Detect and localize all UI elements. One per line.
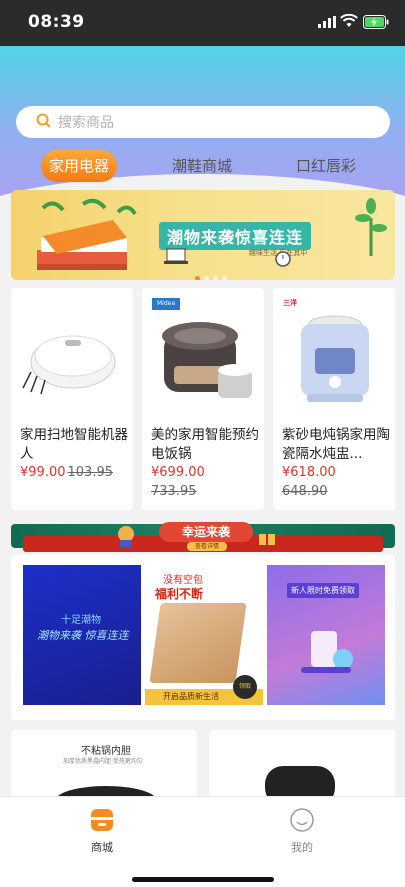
tab-lipstick[interactable]: 口红唇彩 <box>284 150 368 182</box>
product-price: ¥699.00 <box>151 465 205 480</box>
promo-tile[interactable]: 十足潮物 潮物来袭 惊喜连连 <box>23 565 141 705</box>
promo-text: 潮物来袭 惊喜连连 <box>37 629 129 642</box>
product-name: 紫砂电炖锅家用陶瓷隔水炖盅... <box>282 427 390 462</box>
product-price: ¥99.00 103.95 <box>20 465 113 480</box>
category-tabs: 家用电器 潮鞋商城 口红唇彩 <box>0 150 405 184</box>
original-price: 648.90 <box>282 484 328 499</box>
app-screen: 08:39 搜索商品 家用电器 潮鞋商城 口红唇彩 潮物来袭惊喜连连 趣味生活 … <box>0 0 405 887</box>
promo-text: 福利不断 <box>155 587 204 601</box>
tab-store[interactable]: 商城 <box>72 807 132 855</box>
plant-icon <box>355 198 387 256</box>
lucky-banner-title: 幸运来袭 <box>159 522 253 542</box>
stew-pot-image <box>301 315 369 402</box>
product-price: ¥618.00 <box>282 465 336 480</box>
paper-sheet-image <box>149 603 247 683</box>
smile-icon <box>290 808 314 832</box>
search-placeholder: 搜索商品 <box>58 115 114 131</box>
heater-image <box>265 766 335 800</box>
lucky-banner[interactable]: 幸运来袭 查看详情 <box>11 518 395 552</box>
card-subtitle: 加厚优质黑晶内胆 受热更均匀 <box>63 758 143 765</box>
search-icon <box>36 113 51 128</box>
promo-grid: 十足潮物 潮物来袭 惊喜连连 没有空包 福利不断 开启品质新生活 领取 新人限时… <box>11 555 395 720</box>
promo-banner-carousel[interactable]: 潮物来袭惊喜连连 趣味生活 乐在其中 <box>11 190 395 280</box>
price-value: ¥99.00 <box>20 465 66 480</box>
tab-mine-label: 我的 <box>291 841 313 854</box>
books-illustration-icon <box>37 198 137 270</box>
status-time: 08:39 <box>28 12 85 32</box>
product-card[interactable]: 家用扫地智能机器人 ¥99.00 103.95 <box>11 288 133 510</box>
tab-appliances[interactable]: 家用电器 <box>41 150 117 182</box>
store-icon <box>91 809 113 831</box>
promo-text: 没有空包 <box>163 575 203 586</box>
alarm-clock-icon <box>275 251 291 267</box>
tab-store-label: 商城 <box>91 841 113 854</box>
carousel-dots <box>195 266 231 280</box>
original-price: 733.95 <box>151 484 197 499</box>
lucky-banner-sub: 查看详情 <box>187 542 227 551</box>
cellular-signal-icon <box>318 16 336 28</box>
product-name: 美的家用智能预约电饭锅 <box>151 427 259 462</box>
promo-text: 新人限时免费领取 <box>287 583 359 598</box>
promo-tile[interactable]: 没有空包 福利不断 开启品质新生活 领取 <box>145 565 263 705</box>
battery-charging-icon <box>363 15 389 29</box>
tab-sneakers[interactable]: 潮鞋商城 <box>160 150 244 182</box>
gadget-illustration-icon <box>301 631 353 673</box>
promo-tile[interactable]: 新人限时免费领取 <box>267 565 385 705</box>
product-card[interactable]: 三洋 紫砂电炖锅家用陶瓷隔水炖盅... ¥618.00 648.90 <box>273 288 395 510</box>
product-name: 家用扫地智能机器人 <box>20 427 128 462</box>
banner-title: 潮物来袭惊喜连连 <box>159 222 312 250</box>
home-indicator[interactable] <box>132 877 274 882</box>
card-title: 不粘锅内胆 <box>81 746 131 757</box>
mascot-icon <box>118 526 134 547</box>
product-card[interactable]: Midea 美的家用智能预约电饭锅 ¥699.00 733.95 <box>142 288 264 510</box>
promo-stamp: 领取 <box>233 675 257 699</box>
carousel-dot[interactable] <box>213 276 218 280</box>
product-card[interactable]: 不粘锅内胆 加厚优质黑晶内胆 受热更均匀 <box>11 730 197 800</box>
bottom-tab-bar: 商城 我的 <box>0 796 405 887</box>
gift-icon <box>259 534 275 545</box>
wifi-icon <box>340 14 358 27</box>
tab-mine[interactable]: 我的 <box>272 807 332 855</box>
laptop-icon <box>164 248 188 264</box>
carousel-dot[interactable] <box>204 276 209 280</box>
original-price: 103.95 <box>67 465 114 480</box>
product-card[interactable] <box>209 730 395 800</box>
status-bar: 08:39 <box>0 0 405 46</box>
robot-vacuum-image <box>22 335 116 395</box>
rice-cooker-image <box>162 322 252 398</box>
carousel-dot[interactable] <box>195 276 200 280</box>
search-bar[interactable]: 搜索商品 <box>16 106 390 138</box>
carousel-dot[interactable] <box>222 276 227 280</box>
promo-text: 十足潮物 <box>61 615 101 626</box>
